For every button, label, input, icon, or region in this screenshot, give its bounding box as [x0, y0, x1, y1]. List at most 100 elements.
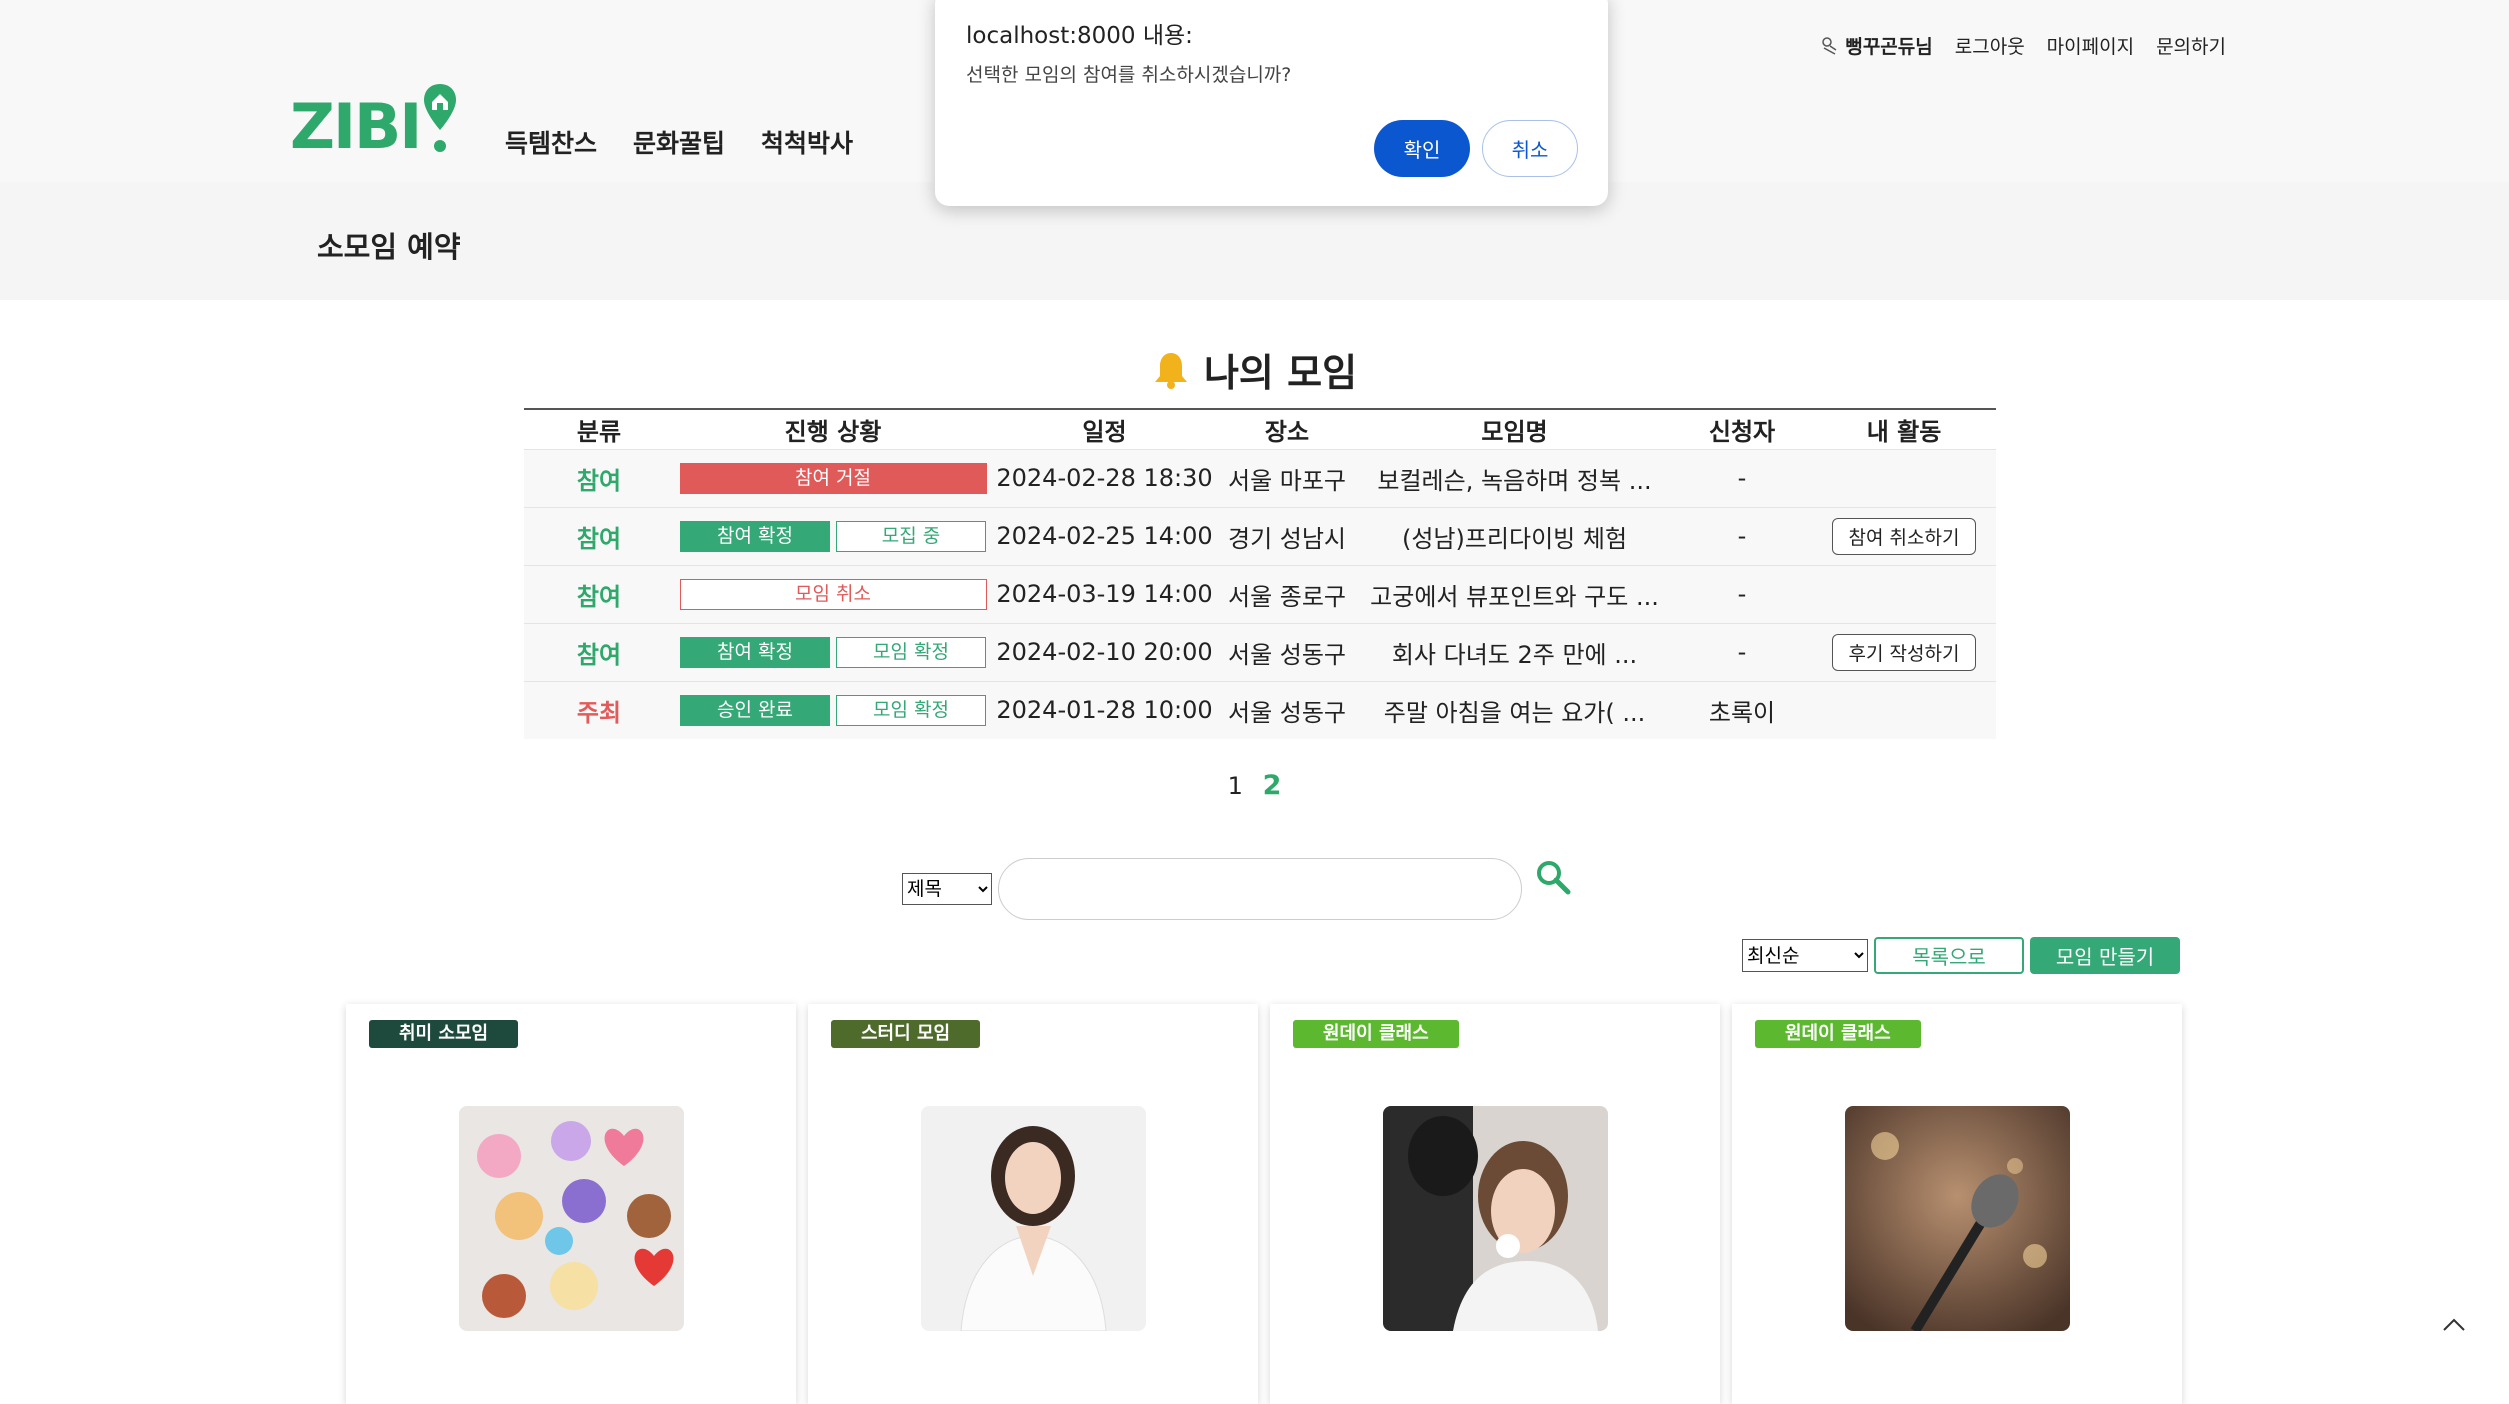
card-category-tag: 원데이 클래스 [1755, 1020, 1921, 1048]
card-thumbnail[interactable] [459, 1106, 684, 1331]
sticker-photo-image [459, 1106, 684, 1331]
row-category: 참여 [524, 622, 674, 681]
status-badge: 참여 확정 [680, 520, 830, 552]
confirm-cancel-button[interactable]: 취소 [1482, 120, 1578, 177]
search-icon[interactable] [1534, 858, 1574, 898]
recruit-badge: 모임 확정 [836, 694, 986, 726]
row-date: 2024-03-19 14:00 [992, 564, 1217, 623]
contact-link[interactable]: 문의하기 [2156, 32, 2226, 59]
cancel-participation-button[interactable]: 참여 취소하기 [1831, 517, 1977, 555]
back-to-list-button[interactable]: 목록으로 [1874, 937, 2024, 974]
logout-link[interactable]: 로그아웃 [1955, 32, 2025, 59]
row-category: 참여 [524, 448, 674, 507]
location-pin-icon [424, 84, 457, 152]
card-category-tag: 스터디 모임 [831, 1020, 981, 1048]
zibi-logo[interactable]: ZIBI [290, 82, 458, 158]
card-thumbnail[interactable] [921, 1106, 1146, 1331]
list-toolbar: 최신순 목록으로 모임 만들기 [1742, 937, 2180, 974]
row-place: 서울 마포구 [1217, 448, 1357, 507]
card-category-tag: 취미 소모임 [369, 1020, 519, 1048]
meeting-card-list: 취미 소모임 스터디 모임 원데이 클래스 원데이 클래스 [346, 1004, 2182, 1404]
row-applicant: 초록이 [1672, 680, 1812, 739]
meeting-card[interactable]: 스터디 모임 [808, 1004, 1258, 1404]
col-applicant: 신청자 [1672, 408, 1812, 449]
page-link-2[interactable]: 2 [1263, 770, 1282, 801]
row-category: 주최 [524, 680, 674, 739]
my-meetings-title: 나의 모임 [1203, 351, 1358, 395]
user-icon [1822, 36, 1837, 55]
row-category: 참여 [524, 564, 674, 623]
meeting-card[interactable]: 취미 소모임 [346, 1004, 796, 1404]
mypage-link[interactable]: 마이페이지 [2047, 32, 2134, 59]
main-nav: 득템찬스 문화꿀팁 척척박사 [505, 124, 853, 160]
status-badge: 모임 취소 [679, 578, 987, 610]
table-row[interactable]: 참여 모임 취소 2024-03-19 14:00 서울 종로구 고궁에서 뷰포… [524, 564, 1996, 623]
table-row[interactable]: 주최 승인 완료 모임 확정 2024-01-28 10:00 서울 성동구 주… [524, 680, 1996, 739]
recruit-badge: 모집 중 [836, 520, 986, 552]
table-row[interactable]: 참여 참여 확정 모임 확정 2024-02-10 20:00 서울 성동구 회… [524, 622, 1996, 681]
user-name: 뻥꾸곤듀님 [1845, 36, 1933, 58]
create-meeting-button[interactable]: 모임 만들기 [2030, 937, 2180, 974]
recruit-badge: 모임 확정 [836, 636, 986, 668]
table-header-row: 분류 진행 상황 일정 장소 모임명 신청자 내 활동 [524, 408, 1996, 449]
row-date: 2024-01-28 10:00 [992, 680, 1217, 739]
sort-select[interactable]: 최신순 [1742, 939, 1868, 972]
row-activity-empty [1812, 564, 1996, 623]
scroll-to-top-icon[interactable] [2432, 1304, 2476, 1348]
row-name[interactable]: 고궁에서 뷰포인트와 구도 ... [1357, 564, 1672, 623]
search-input[interactable] [998, 858, 1522, 920]
status-badge: 승인 완료 [680, 694, 830, 726]
row-place: 서울 성동구 [1217, 680, 1357, 739]
search-field-select[interactable]: 제목 [902, 873, 992, 905]
write-review-button[interactable]: 후기 작성하기 [1831, 633, 1977, 671]
table-row[interactable]: 참여 참여 거절 2024-02-28 18:30 서울 마포구 보컬레슨, 녹… [524, 448, 1996, 507]
status-badge: 참여 확정 [680, 636, 830, 668]
confirm-dialog: localhost:8000 내용: 선택한 모임의 참여를 취소하시겠습니까?… [935, 0, 1608, 206]
meeting-card[interactable]: 원데이 클래스 [1270, 1004, 1720, 1404]
page-link-1[interactable]: 1 [1228, 772, 1243, 800]
col-status: 진행 상황 [674, 408, 992, 449]
row-name[interactable]: (성남)프리다이빙 체험 [1357, 506, 1672, 565]
bell-icon [1154, 352, 1187, 389]
nav-item-deal[interactable]: 득템찬스 [505, 124, 597, 160]
row-place: 서울 종로구 [1217, 564, 1357, 623]
page-title: 소모임 예약 [317, 230, 461, 264]
col-date: 일정 [992, 408, 1217, 449]
dialog-message: 선택한 모임의 참여를 취소하시겠습니까? [966, 64, 1292, 86]
pagination: 1 2 [0, 770, 2509, 801]
row-applicant: - [1672, 622, 1812, 681]
portrait-photo-image [921, 1106, 1146, 1331]
search-bar: 제목 [902, 858, 1574, 920]
row-category: 참여 [524, 506, 674, 565]
my-meetings-heading: 나의 모임 [0, 342, 2509, 397]
nav-item-culture[interactable]: 문화꿀팁 [633, 124, 725, 160]
nav-item-expert[interactable]: 척척박사 [761, 124, 853, 160]
row-activity-empty [1812, 448, 1996, 507]
dialog-origin: localhost:8000 내용: [966, 23, 1193, 49]
row-activity-empty [1812, 680, 1996, 739]
my-meetings-table: 분류 진행 상황 일정 장소 모임명 신청자 내 활동 참여 참여 거절 202… [524, 408, 1996, 739]
row-applicant: - [1672, 564, 1812, 623]
row-date: 2024-02-25 14:00 [992, 506, 1217, 565]
user-greeting: 뻥꾸곤듀님 [1821, 32, 1933, 59]
row-date: 2024-02-28 18:30 [992, 448, 1217, 507]
row-name[interactable]: 보컬레슨, 녹음하며 정복 ... [1357, 448, 1672, 507]
confirm-ok-button[interactable]: 확인 [1374, 120, 1470, 177]
microphone-photo-image [1845, 1106, 2070, 1331]
card-thumbnail[interactable] [1845, 1106, 2070, 1331]
col-activity: 내 활동 [1812, 408, 1996, 449]
meeting-card[interactable]: 원데이 클래스 [1732, 1004, 2182, 1404]
table-row[interactable]: 참여 참여 확정 모집 중 2024-02-25 14:00 경기 성남시 (성… [524, 506, 1996, 565]
card-category-tag: 원데이 클래스 [1293, 1020, 1459, 1048]
row-date: 2024-02-10 20:00 [992, 622, 1217, 681]
row-applicant: - [1672, 506, 1812, 565]
col-category: 분류 [524, 408, 674, 449]
row-applicant: - [1672, 448, 1812, 507]
row-place: 서울 성동구 [1217, 622, 1357, 681]
row-name[interactable]: 회사 다녀도 2주 만에 ... [1357, 622, 1672, 681]
row-place: 경기 성남시 [1217, 506, 1357, 565]
card-thumbnail[interactable] [1383, 1106, 1608, 1331]
col-place: 장소 [1217, 408, 1357, 449]
logo-text: ZIBI [290, 90, 422, 163]
row-name[interactable]: 주말 아침을 여는 요가( ... [1357, 680, 1672, 739]
